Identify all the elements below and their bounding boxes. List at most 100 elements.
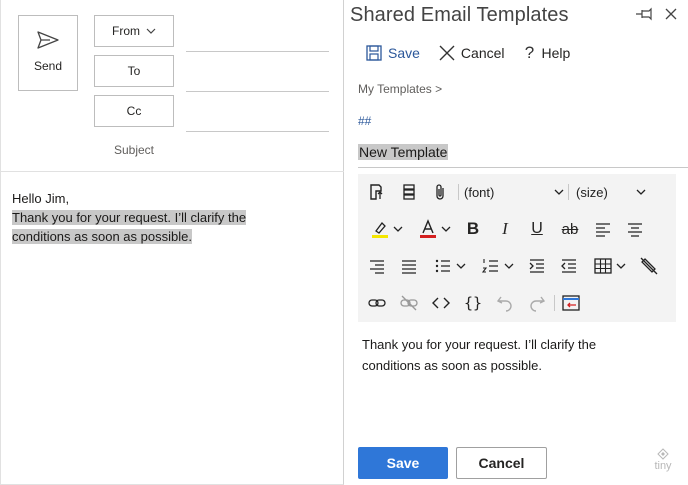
font-family-value: (font)	[464, 184, 495, 200]
insert-template-button[interactable]	[362, 179, 390, 205]
highlight-color-button[interactable]	[364, 216, 408, 242]
font-color-button[interactable]	[412, 216, 456, 242]
table-button[interactable]	[588, 253, 630, 279]
body-line-1: Thank you for your request. I’ll clarify…	[12, 210, 247, 225]
indent-icon	[529, 259, 544, 273]
bold-button[interactable]: B	[460, 216, 486, 242]
chevron-down-icon	[616, 263, 625, 269]
toolbar-separator	[458, 184, 459, 200]
cc-field[interactable]	[186, 131, 329, 132]
save-button[interactable]: Save	[358, 447, 448, 479]
insert-field-button[interactable]	[558, 290, 584, 316]
cc-label: Cc	[126, 104, 142, 118]
from-button[interactable]: From	[94, 15, 174, 47]
editor-toolbar: (font) (size) B I U ab {}	[358, 174, 676, 322]
source-code-button[interactable]: {}	[460, 290, 486, 316]
cancel-command[interactable]: Cancel	[438, 44, 505, 62]
clear-format-button[interactable]	[636, 253, 662, 279]
to-button[interactable]: To	[94, 55, 174, 87]
font-color-icon	[419, 219, 436, 238]
from-field[interactable]	[186, 51, 329, 52]
template-name-input[interactable]: New Template	[358, 144, 688, 168]
code-icon	[432, 297, 450, 309]
save-command[interactable]: Save	[365, 44, 420, 62]
font-size-select[interactable]: (size)	[576, 179, 646, 205]
cancel-button[interactable]: Cancel	[456, 447, 547, 479]
send-label: Send	[33, 59, 63, 73]
template-editor[interactable]: Thank you for your request. I’ll clarify…	[362, 334, 662, 376]
source-code-icon: {}	[463, 294, 483, 312]
italic-icon: I	[502, 219, 508, 238]
send-icon	[37, 31, 59, 49]
help-command[interactable]: ? Help	[523, 43, 571, 63]
send-button[interactable]: Send	[18, 15, 78, 91]
table-icon	[593, 258, 612, 274]
chevron-down-icon	[441, 226, 450, 232]
numbered-list-icon	[481, 259, 498, 273]
pin-icon[interactable]	[635, 7, 655, 21]
to-field[interactable]	[186, 91, 329, 92]
code-button[interactable]	[428, 290, 454, 316]
chevron-down-icon	[554, 189, 564, 195]
font-size-value: (size)	[576, 184, 608, 200]
align-right-icon	[370, 260, 384, 274]
justify-icon	[402, 260, 416, 274]
bullet-list-button[interactable]	[428, 253, 470, 279]
align-left-icon	[596, 223, 610, 237]
underline-button[interactable]: U	[524, 216, 550, 242]
chevron-down-icon	[456, 263, 465, 269]
editor-line-1: Thank you for your request. I’ll clarify…	[362, 337, 597, 352]
pane-title: Shared Email Templates	[350, 4, 569, 26]
body-greeting: Hello Jim,	[12, 191, 70, 206]
align-left-button[interactable]	[590, 216, 616, 242]
close-icon[interactable]	[664, 7, 678, 21]
indent-button[interactable]	[524, 253, 550, 279]
tiny-logo-icon	[657, 448, 669, 460]
field-icon	[403, 184, 415, 200]
template-name-text: New Template	[358, 144, 449, 160]
align-center-icon	[628, 223, 642, 237]
tiny-logo: tiny	[652, 448, 674, 476]
breadcrumb[interactable]: My Templates >	[358, 82, 442, 96]
subject-label: Subject	[113, 143, 155, 157]
numbered-list-button[interactable]	[476, 253, 518, 279]
insert-link-button[interactable]	[364, 290, 390, 316]
link-icon	[368, 299, 386, 307]
outdent-icon	[561, 259, 576, 273]
strikethrough-button[interactable]: ab	[556, 216, 584, 242]
clear-format-icon	[640, 257, 658, 275]
hashtags-link[interactable]: ##	[358, 114, 371, 128]
highlight-icon	[371, 222, 388, 238]
help-command-label: Help	[541, 45, 571, 61]
save-icon	[366, 45, 382, 61]
align-center-button[interactable]	[622, 216, 648, 242]
compose-pane: Send From To Cc Subject Hello Jim, Thank…	[0, 0, 344, 485]
save-command-label: Save	[388, 45, 420, 61]
unlink-icon	[400, 295, 418, 311]
compose-divider	[1, 171, 344, 172]
message-body[interactable]: Hello Jim, Thank you for your request. I…	[12, 189, 312, 246]
insert-field-dropdown[interactable]	[396, 179, 422, 205]
chevron-down-icon	[636, 189, 646, 195]
undo-button[interactable]	[492, 290, 518, 316]
outdent-button[interactable]	[556, 253, 582, 279]
help-icon: ?	[524, 43, 535, 62]
font-family-select[interactable]: (font)	[464, 179, 564, 205]
insert-field-icon	[562, 295, 580, 311]
attach-button[interactable]	[428, 179, 454, 205]
justify-button[interactable]	[396, 253, 422, 279]
shared-templates-pane: Shared Email Templates Save Cancel ? Hel…	[345, 0, 688, 485]
to-label: To	[127, 64, 141, 78]
insert-template-icon	[370, 184, 383, 200]
align-right-button[interactable]	[364, 253, 390, 279]
command-bar: Save Cancel ? Help	[365, 42, 588, 64]
strikethrough-icon: ab	[561, 220, 579, 238]
remove-link-button[interactable]	[396, 290, 422, 316]
chevron-down-icon	[146, 28, 156, 34]
attach-icon	[436, 184, 444, 200]
redo-button[interactable]	[524, 290, 550, 316]
cc-button[interactable]: Cc	[94, 95, 174, 127]
tiny-brand-text: tiny	[654, 460, 672, 472]
chevron-down-icon	[504, 263, 513, 269]
italic-button[interactable]: I	[492, 216, 518, 242]
